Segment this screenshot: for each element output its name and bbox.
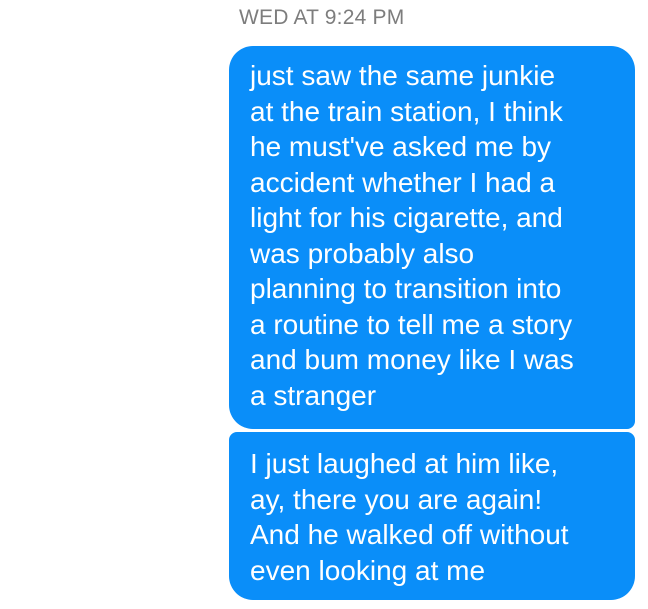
sent-message-bubble[interactable]: just saw the same junkie at the train st…	[229, 46, 635, 429]
timestamp: WED AT 9:24 PM	[239, 6, 405, 29]
sent-message-bubble[interactable]: I just laughed at him like, ay, there yo…	[229, 432, 635, 600]
